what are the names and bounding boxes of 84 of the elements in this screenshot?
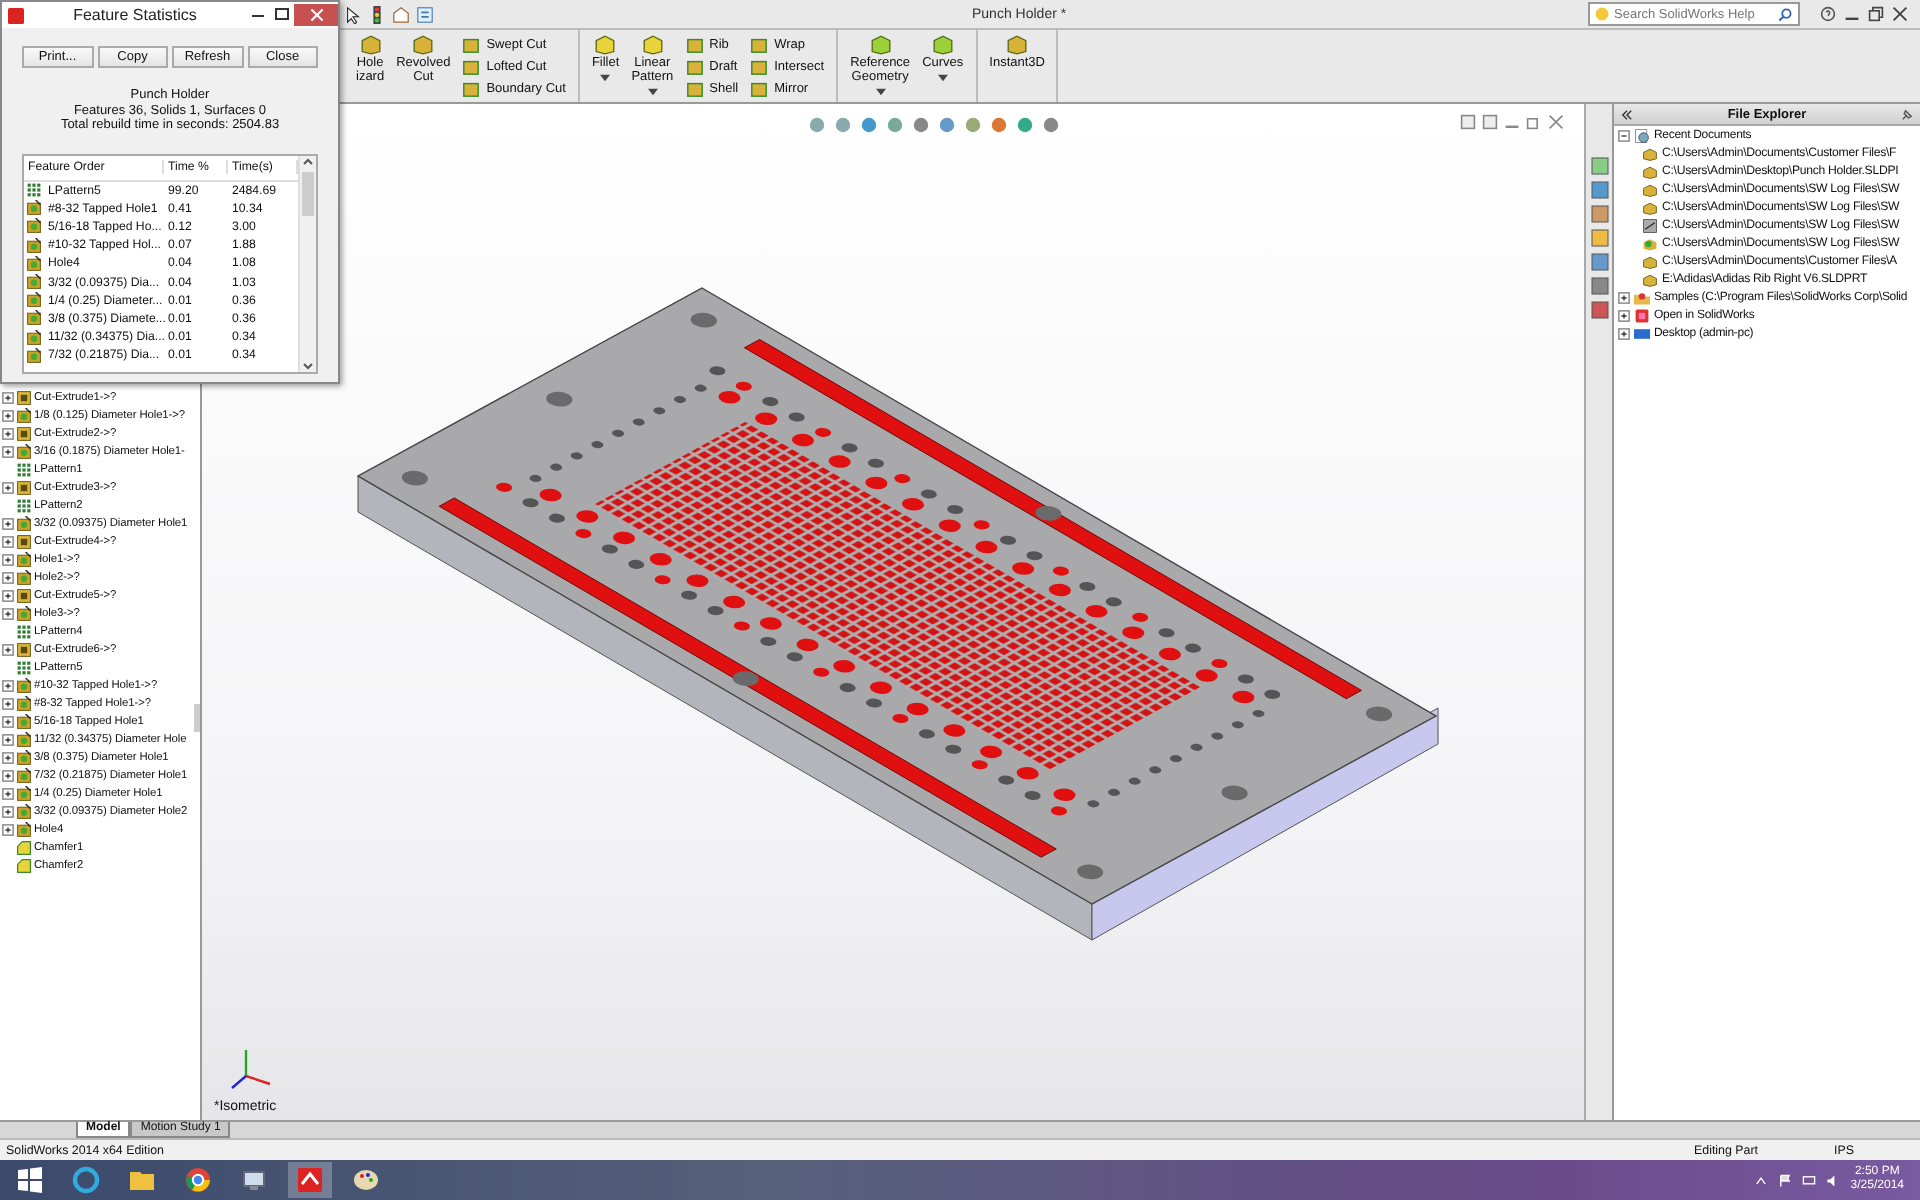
caret-icon[interactable] (600, 74, 611, 82)
open-parts-icon (1634, 307, 1650, 323)
expand-icon[interactable] (2, 571, 14, 583)
expand-icon[interactable] (2, 607, 14, 619)
feature-tool-icon (931, 34, 954, 56)
linear-pattern-icon (16, 497, 32, 513)
maximize-icon[interactable] (270, 6, 294, 24)
app-logo-icon (8, 7, 24, 23)
expand-icon[interactable] (2, 679, 14, 691)
pin-icon[interactable] (1900, 107, 1914, 121)
clock-document-icon (1634, 127, 1650, 143)
scrollbar-thumb[interactable] (302, 171, 314, 215)
search-icon[interactable] (1778, 7, 1792, 21)
expand-icon[interactable] (2, 517, 14, 529)
paint-palette-icon[interactable] (352, 1166, 380, 1194)
caret-icon[interactable] (937, 74, 948, 82)
hole-feature-icon (16, 515, 32, 531)
select-arrow-icon[interactable] (344, 5, 362, 23)
expand-icon[interactable] (1618, 309, 1630, 321)
network-icon[interactable] (1802, 1173, 1817, 1187)
expand-icon[interactable] (2, 751, 14, 763)
close-icon (309, 8, 323, 22)
hole-feature-icon (16, 407, 32, 423)
expand-icon[interactable] (1618, 291, 1630, 303)
traffic-light-icon[interactable] (368, 5, 386, 23)
linear-pattern-icon (16, 623, 32, 639)
scroll-down-icon[interactable] (302, 359, 314, 371)
restore-icon[interactable] (1526, 114, 1542, 130)
windows-start-icon[interactable] (16, 1166, 44, 1194)
extruded-cut-icon (16, 587, 32, 603)
expand-icon[interactable] (2, 823, 14, 835)
hole-feature-icon (16, 443, 32, 459)
extruded-cut-icon (16, 425, 32, 441)
linear-pattern-icon (16, 659, 32, 675)
feature-tool-icon (359, 34, 382, 56)
feature-tool-icon (869, 34, 892, 56)
expand-icon[interactable] (2, 445, 14, 457)
folder-icon (1634, 289, 1650, 305)
feature-tool-icon (1006, 34, 1029, 56)
drawing-document-icon (1642, 217, 1658, 233)
expand-icon[interactable] (2, 643, 14, 655)
computer-icon[interactable] (240, 1166, 268, 1194)
expand-icon[interactable] (2, 769, 14, 781)
close-icon[interactable] (1548, 114, 1564, 130)
expand-icon[interactable] (2, 391, 14, 403)
feature-tool-icon (641, 34, 664, 56)
close-icon[interactable] (1892, 6, 1908, 22)
expand-icon[interactable] (2, 535, 14, 547)
flag-icon[interactable] (1778, 1173, 1793, 1187)
expand-icon[interactable] (2, 589, 14, 601)
desktop-icon (1634, 325, 1650, 341)
options-list-icon[interactable] (416, 5, 434, 23)
help-icon[interactable] (1820, 6, 1836, 22)
expand-icon[interactable] (2, 697, 14, 709)
expand-icon[interactable] (2, 805, 14, 817)
collapse-panel-icon[interactable] (1620, 107, 1634, 121)
app-logo-icon[interactable] (296, 1166, 324, 1194)
extruded-cut-icon (16, 641, 32, 657)
collapse-icon[interactable] (1618, 129, 1630, 141)
expand-icon[interactable] (2, 427, 14, 439)
folder-icon[interactable] (128, 1166, 156, 1194)
expand-icon[interactable] (2, 481, 14, 493)
hole-feature-icon (16, 605, 32, 621)
expand-icon[interactable] (2, 715, 14, 727)
dialog-title: Feature Statistics (71, 6, 199, 24)
close-button[interactable] (294, 4, 338, 26)
assembly-document-icon (1642, 235, 1658, 251)
extruded-cut-icon (16, 389, 32, 405)
feature-tool-icon (594, 34, 617, 56)
expand-icon[interactable] (2, 787, 14, 799)
caret-icon[interactable] (875, 88, 886, 96)
expand-icon[interactable] (2, 409, 14, 421)
extruded-cut-icon (16, 479, 32, 495)
linear-pattern-icon (26, 182, 42, 199)
expand-icon[interactable] (2, 733, 14, 745)
show-hidden-icons-icon[interactable] (1754, 1173, 1769, 1187)
expand-icon[interactable] (1618, 327, 1630, 339)
expand-icon[interactable] (2, 553, 14, 565)
scroll-up-icon[interactable] (302, 155, 314, 167)
linear-pattern-icon (16, 461, 32, 477)
feature-tool-icon (412, 34, 435, 56)
restore-icon[interactable] (1868, 6, 1884, 22)
extruded-cut-icon (16, 533, 32, 549)
caret-icon[interactable] (647, 88, 658, 96)
